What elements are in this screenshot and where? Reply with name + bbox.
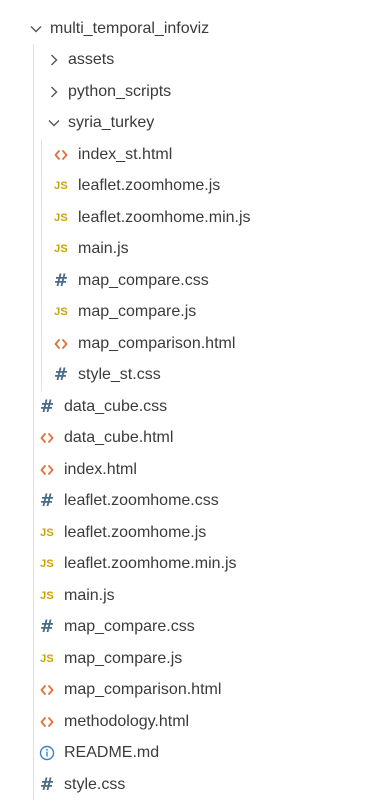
file-row[interactable]: # data_cube.css [0,391,373,422]
file-row[interactable]: # style_st.css [0,359,373,390]
css-file-icon: # [39,396,55,417]
file-row[interactable]: data_cube.html [0,422,373,453]
file-label: index_st.html [78,145,173,163]
folder-row-assets[interactable]: assets [0,44,373,75]
file-label: main.js [78,239,129,257]
file-row[interactable]: index_st.html [0,139,373,170]
file-explorer: multi_temporal_infoviz assets python_scri… [0,0,373,811]
js-file-icon: JS [40,557,54,570]
file-label: README.md [64,743,160,761]
file-row[interactable]: # map_compare.css [0,611,373,642]
file-label: style_st.css [78,365,161,383]
html-file-icon [38,429,56,447]
folder-label: assets [68,50,115,68]
chevron-right-icon [46,84,62,100]
file-row[interactable]: map_comparison.html [0,674,373,705]
file-label: leaflet.zoomhome.css [64,491,219,509]
file-label: data_cube.css [64,397,168,415]
css-file-icon: # [53,364,69,385]
chevron-down-icon [28,21,44,37]
html-file-icon [52,146,70,164]
file-label: leaflet.zoomhome.min.js [78,208,251,226]
file-label: methodology.html [64,712,190,730]
file-row[interactable]: # leaflet.zoomhome.css [0,485,373,516]
css-file-icon: # [39,490,55,511]
file-label: leaflet.zoomhome.min.js [64,554,237,572]
file-label: map_compare.js [78,302,197,320]
file-row[interactable]: JS leaflet.zoomhome.js [0,170,373,201]
file-label: index.html [64,460,137,478]
html-file-icon [38,713,56,731]
html-file-icon [38,461,56,479]
css-file-icon: # [53,270,69,291]
chevron-right-icon [46,52,62,68]
js-file-icon: JS [54,242,68,255]
folder-label: syria_turkey [68,113,155,131]
file-label: style.css [64,775,126,793]
file-row[interactable]: # style.css [0,769,373,800]
file-row[interactable]: map_comparison.html [0,328,373,359]
file-label: map_compare.js [64,649,183,667]
js-file-icon: JS [40,589,54,602]
file-row[interactable]: index.html [0,454,373,485]
file-row[interactable]: README.md [0,737,373,768]
folder-row-python-scripts[interactable]: python_scripts [0,76,373,107]
js-file-icon: JS [40,526,54,539]
folder-row-syria-turkey[interactable]: syria_turkey [0,107,373,138]
file-label: map_compare.css [78,271,209,289]
file-label: main.js [64,586,115,604]
folder-row-root[interactable]: multi_temporal_infoviz [0,13,373,44]
file-label: map_compare.css [64,617,195,635]
file-label: data_cube.html [64,428,174,446]
css-file-icon: # [39,774,55,795]
folder-label: multi_temporal_infoviz [50,19,210,37]
html-file-icon [52,335,70,353]
css-file-icon: # [39,616,55,637]
file-row[interactable]: JS leaflet.zoomhome.js [0,517,373,548]
file-label: map_comparison.html [64,680,222,698]
chevron-down-icon [46,115,62,131]
file-row[interactable]: JS main.js [0,580,373,611]
file-row[interactable]: JS map_compare.js [0,643,373,674]
file-label: map_comparison.html [78,334,236,352]
js-file-icon: JS [54,211,68,224]
js-file-icon: JS [40,652,54,665]
file-row[interactable]: JS main.js [0,233,373,264]
file-row[interactable]: JS leaflet.zoomhome.min.js [0,202,373,233]
folder-label: python_scripts [68,82,172,100]
file-row[interactable]: JS leaflet.zoomhome.min.js [0,548,373,579]
file-row[interactable]: # map_compare.css [0,265,373,296]
file-label: leaflet.zoomhome.js [78,176,221,194]
js-file-icon: JS [54,305,68,318]
html-file-icon [38,681,56,699]
js-file-icon: JS [54,179,68,192]
info-file-icon [38,744,56,762]
file-row[interactable]: JS map_compare.js [0,296,373,327]
file-row[interactable]: methodology.html [0,706,373,737]
file-label: leaflet.zoomhome.js [64,523,207,541]
